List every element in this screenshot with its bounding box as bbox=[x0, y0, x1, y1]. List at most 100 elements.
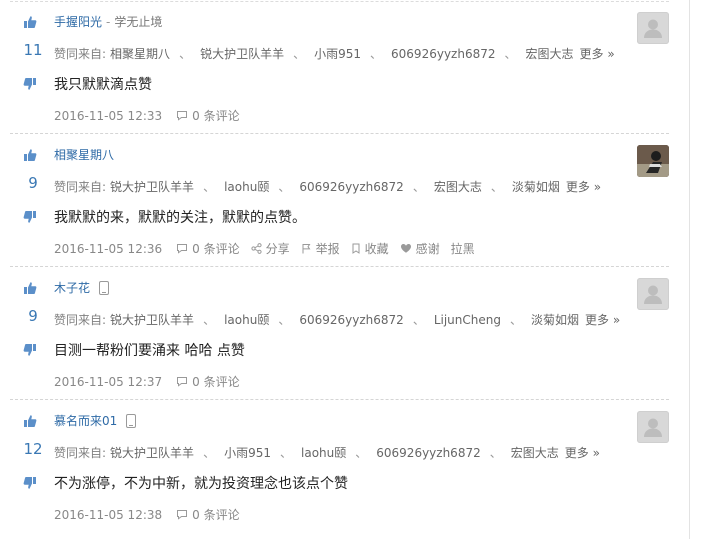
liker-separator: 、 bbox=[278, 180, 291, 194]
liker-link[interactable]: laohu颐 bbox=[301, 444, 346, 461]
speech-bubble-icon bbox=[176, 110, 188, 121]
user-silhouette-icon[interactable] bbox=[637, 411, 669, 443]
answer-meta: 2016-11-05 12:36 0 条评论 分享 举报 收藏 感谢 拉黑 bbox=[54, 240, 475, 257]
thumbs-up-icon bbox=[23, 414, 37, 428]
speech-bubble-icon bbox=[176, 243, 188, 254]
vote-down-button[interactable] bbox=[20, 207, 40, 227]
liker-link[interactable]: 锐大护卫队羊羊 bbox=[200, 45, 284, 62]
vote-down-button[interactable] bbox=[20, 473, 40, 493]
liker-link[interactable]: 小雨951 bbox=[314, 45, 361, 62]
liker-link[interactable]: 相聚星期八 bbox=[110, 45, 170, 62]
liker-link[interactable]: 宏图大志 bbox=[511, 444, 559, 461]
thumbs-down-icon bbox=[23, 343, 37, 357]
user-silhouette-icon[interactable] bbox=[637, 278, 669, 310]
likers-line: 赞同来自: 锐大护卫队羊羊、 laohu颐、 606926yyzh6872、 Lijun… bbox=[54, 311, 620, 328]
action-label: 收藏 bbox=[364, 242, 389, 256]
liker-link[interactable]: laohu颐 bbox=[224, 178, 269, 195]
author-line: 相聚星期八 bbox=[54, 146, 114, 163]
liker-separator: 、 bbox=[203, 446, 216, 460]
user-silhouette-icon[interactable] bbox=[637, 12, 669, 44]
thumbs-down-icon bbox=[23, 77, 37, 91]
more-likers-link[interactable]: 更多 » bbox=[580, 45, 615, 62]
more-likers-link[interactable]: 更多 » bbox=[585, 311, 620, 328]
action-flag-button[interactable]: 举报 bbox=[301, 240, 340, 257]
answer-item: 9 木子花 赞同来自: 锐大护卫队羊羊、 laohu颐、 606926yyzh6872、 L… bbox=[10, 266, 669, 400]
liker-link[interactable]: LijunCheng bbox=[434, 313, 501, 327]
liker-link[interactable]: 小雨951 bbox=[224, 444, 271, 461]
likers-prefix: 赞同来自: bbox=[54, 446, 107, 460]
liker-link[interactable]: 锐大护卫队羊羊 bbox=[110, 444, 194, 461]
comments-button[interactable]: 0 条评论 bbox=[176, 240, 240, 257]
answer-meta: 2016-11-05 12:33 0 条评论 bbox=[54, 107, 240, 124]
liker-link[interactable]: 606926yyzh6872 bbox=[391, 47, 495, 61]
liker-link[interactable]: 606926yyzh6872 bbox=[376, 446, 480, 460]
action-share-button[interactable]: 分享 bbox=[250, 240, 290, 257]
vote-up-button[interactable] bbox=[20, 145, 40, 165]
speech-bubble-icon bbox=[176, 509, 188, 520]
vote-down-button[interactable] bbox=[20, 340, 40, 360]
share-icon bbox=[250, 243, 262, 254]
likers-line: 赞同来自: 相聚星期八、锐大护卫队羊羊、小雨951、 606926yyzh6872、… bbox=[54, 45, 615, 62]
comments-label: 0 条评论 bbox=[192, 242, 240, 256]
comments-label: 0 条评论 bbox=[192, 375, 240, 389]
comments-button[interactable]: 0 条评论 bbox=[176, 506, 240, 523]
likers-line: 赞同来自: 锐大护卫队羊羊、 laohu颐、 606926yyzh6872、宏图大志、… bbox=[54, 178, 601, 195]
author-name[interactable]: 慕名而来01 bbox=[54, 412, 117, 429]
vote-up-button[interactable] bbox=[20, 278, 40, 298]
author-name[interactable]: 手握阳光 bbox=[54, 13, 102, 30]
more-likers-link[interactable]: 更多 » bbox=[566, 178, 601, 195]
vote-down-button[interactable] bbox=[20, 74, 40, 94]
likers-line: 赞同来自: 锐大护卫队羊羊、小雨951、 laohu颐、 606926yyzh6872… bbox=[54, 444, 600, 461]
vote-count: 11 bbox=[23, 41, 43, 59]
liker-link[interactable]: 淡菊如烟 bbox=[512, 178, 560, 195]
speech-bubble-icon bbox=[176, 376, 188, 387]
answer-meta: 2016-11-05 12:37 0 条评论 bbox=[54, 373, 240, 390]
liker-separator: 、 bbox=[504, 47, 517, 61]
answer-time: 2016-11-05 12:38 bbox=[54, 507, 163, 522]
thumbs-up-icon bbox=[23, 15, 37, 29]
liker-link[interactable]: 606926yyzh6872 bbox=[299, 180, 403, 194]
action-heart-button[interactable]: 感谢 bbox=[400, 240, 440, 257]
likers-prefix: 赞同来自: bbox=[54, 47, 107, 61]
action-label: 感谢 bbox=[415, 242, 440, 256]
answer-item: 9 相聚星期八 赞同来自: 锐大护卫队羊羊、 laohu颐、 606926yyzh6872… bbox=[10, 133, 669, 267]
author-line: 慕名而来01 bbox=[54, 412, 137, 429]
author-line: 手握阳光 - 学无止境 bbox=[54, 13, 162, 30]
liker-separator: 、 bbox=[293, 47, 306, 61]
answer-content: 目测一帮粉们要涌来 哈哈 点赞 bbox=[54, 343, 245, 359]
liker-link[interactable]: 宏图大志 bbox=[434, 178, 482, 195]
thumbs-down-icon bbox=[23, 476, 37, 490]
liker-separator: 、 bbox=[179, 47, 192, 61]
liker-link[interactable]: 锐大护卫队羊羊 bbox=[110, 178, 194, 195]
more-likers-link[interactable]: 更多 » bbox=[565, 444, 600, 461]
action-label: 拉黑 bbox=[450, 242, 475, 256]
liker-link[interactable]: 宏图大志 bbox=[526, 45, 574, 62]
author-title: 学无止境 bbox=[114, 15, 163, 29]
vote-up-button[interactable] bbox=[20, 411, 40, 431]
liker-link[interactable]: 淡菊如烟 bbox=[531, 311, 579, 328]
liker-separator: 、 bbox=[203, 180, 216, 194]
user-avatar[interactable] bbox=[637, 145, 669, 177]
author-name[interactable]: 相聚星期八 bbox=[54, 146, 114, 163]
thumbs-down-icon bbox=[23, 210, 37, 224]
likers-prefix: 赞同来自: bbox=[54, 180, 107, 194]
phone-icon bbox=[126, 413, 137, 428]
author-name[interactable]: 木子花 bbox=[54, 279, 90, 296]
action-block-button[interactable]: 拉黑 bbox=[451, 240, 475, 257]
author-title-separator: - bbox=[106, 14, 111, 29]
answer-time: 2016-11-05 12:36 bbox=[54, 241, 163, 256]
liker-link[interactable]: laohu颐 bbox=[224, 311, 269, 328]
comments-label: 0 条评论 bbox=[192, 109, 240, 123]
answer-item: 11 手握阳光 - 学无止境 赞同来自: 相聚星期八、锐大护卫队羊羊、小雨951、 6069… bbox=[10, 0, 669, 134]
phone-icon bbox=[99, 280, 110, 295]
vote-up-button[interactable] bbox=[20, 12, 40, 32]
comments-button[interactable]: 0 条评论 bbox=[176, 107, 240, 124]
liker-separator: 、 bbox=[203, 313, 216, 327]
vote-count: 9 bbox=[28, 174, 38, 192]
comments-button[interactable]: 0 条评论 bbox=[176, 373, 240, 390]
liker-link[interactable]: 锐大护卫队羊羊 bbox=[110, 311, 194, 328]
answer-time: 2016-11-05 12:33 bbox=[54, 108, 163, 123]
action-bookmark-button[interactable]: 收藏 bbox=[351, 240, 389, 257]
liker-link[interactable]: 606926yyzh6872 bbox=[299, 313, 403, 327]
answer-meta: 2016-11-05 12:38 0 条评论 bbox=[54, 506, 240, 523]
